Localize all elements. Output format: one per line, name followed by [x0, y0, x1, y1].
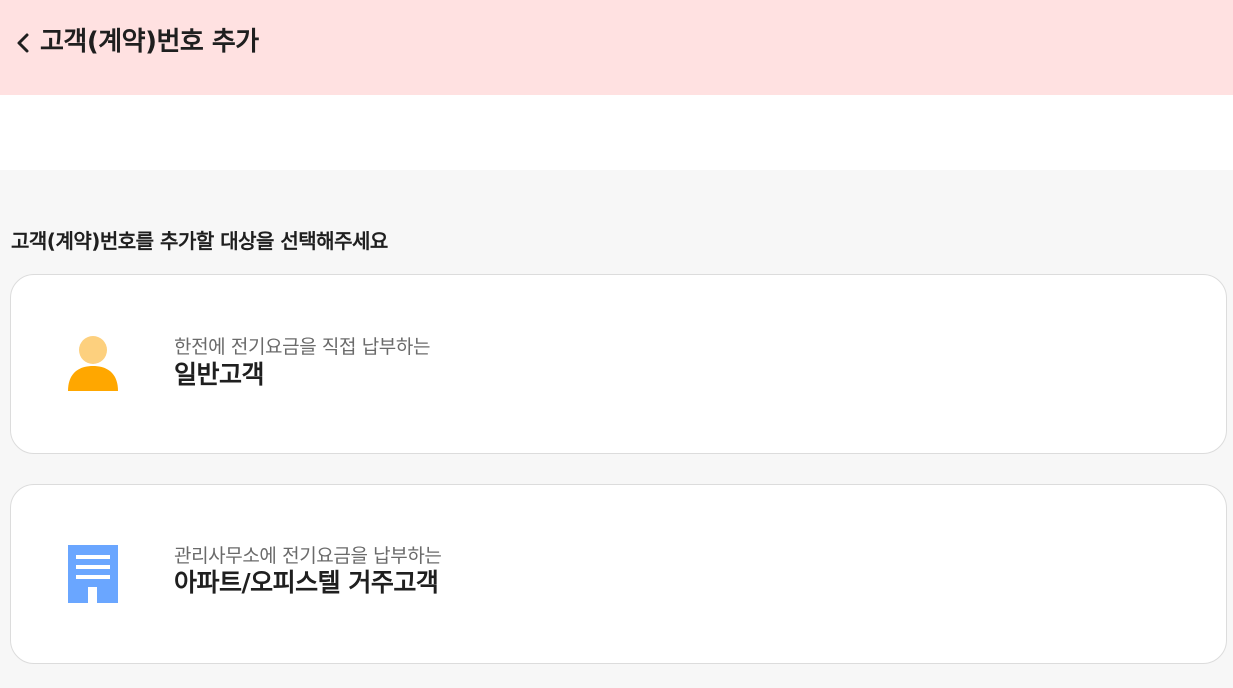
chevron-left-icon — [17, 33, 29, 53]
apartment-building-icon — [66, 543, 120, 605]
app-header: 고객(계약)번호 추가 — [0, 0, 1233, 95]
selection-prompt: 고객(계약)번호를 추가할 대상을 선택해주세요 — [11, 229, 388, 253]
option-subtitle: 관리사무소에 전기요금을 납부하는 — [174, 545, 442, 567]
option-card-apartment-customer[interactable]: 관리사무소에 전기요금을 납부하는 아파트/오피스텔 거주고객 — [10, 484, 1227, 664]
person-icon — [66, 333, 120, 395]
header-spacer — [0, 95, 1233, 170]
option-title: 일반고객 — [174, 360, 265, 389]
page-title: 고객(계약)번호 추가 — [40, 27, 259, 57]
option-subtitle: 한전에 전기요금을 직접 납부하는 — [174, 336, 431, 358]
back-button[interactable] — [12, 28, 36, 58]
option-title: 아파트/오피스텔 거주고객 — [174, 568, 439, 597]
option-card-general-customer[interactable]: 한전에 전기요금을 직접 납부하는 일반고객 — [10, 274, 1227, 454]
